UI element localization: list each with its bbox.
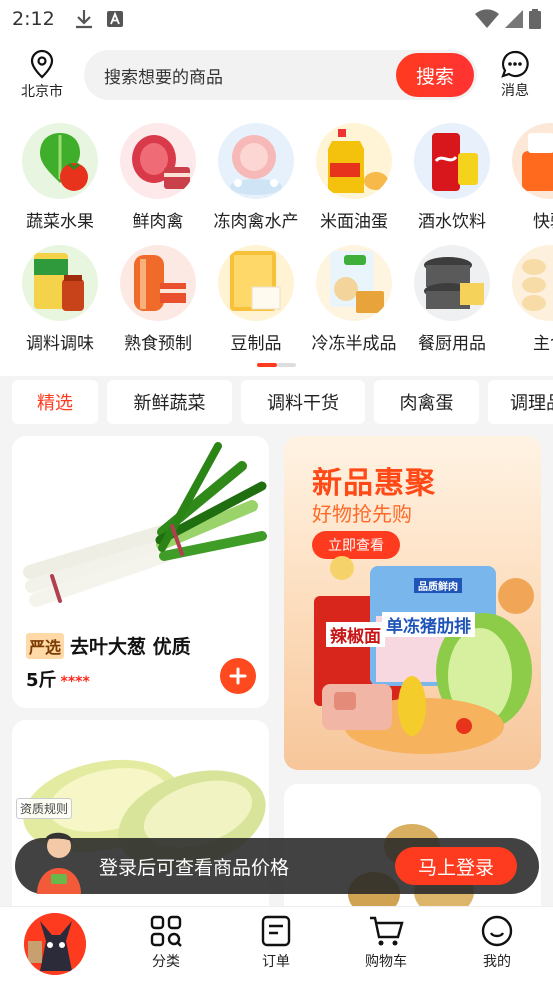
login-button[interactable]: 马上登录 [395, 847, 517, 885]
category-pager [257, 363, 297, 367]
nav-label: 订单 [262, 954, 290, 970]
cooked-food-icon [120, 245, 196, 321]
header: 北京市 搜索想要的商品 搜索 消息 [0, 38, 553, 112]
category-item[interactable]: 冷冻半成品 [305, 245, 403, 354]
category-label: 餐厨用品 [418, 334, 486, 354]
tab-meat-eggs[interactable]: 肉禽蛋 [374, 380, 479, 424]
download-icon [75, 10, 92, 29]
login-prompt-text: 登录后可查看商品价格 [99, 856, 290, 879]
category-label: 调料调味 [26, 334, 94, 354]
rice-oil-icon [316, 123, 392, 199]
search-placeholder: 搜索想要的商品 [104, 67, 223, 88]
kuailv-icon [512, 123, 553, 199]
banner-pack-right-brand: 品质鲜肉 [414, 578, 462, 593]
signal-icon [505, 10, 523, 28]
category-label: 蔬菜水果 [26, 212, 94, 232]
kitchenware-icon [414, 245, 490, 321]
banner-pack-left-label: 辣椒面 [326, 622, 385, 647]
product-card[interactable]: 严选 去叶大葱 优质 5斤 **** [12, 436, 269, 708]
battery-icon [529, 9, 541, 29]
profile-icon [481, 915, 513, 947]
plus-icon [229, 667, 247, 685]
category-item[interactable]: 豆制品 [207, 245, 305, 354]
category-icon [150, 915, 182, 947]
quality-badge: 严选 [26, 632, 65, 659]
order-icon [261, 915, 291, 947]
product-unit-text: 5斤 [26, 670, 57, 691]
frozen-meat-icon [218, 123, 294, 199]
message-button[interactable]: 消息 [477, 50, 553, 100]
category-item[interactable]: 熟食预制 [109, 245, 207, 354]
product-unit: 5斤 **** [26, 666, 90, 692]
category-row: 蔬菜水果 鲜肉禽 冻肉禽水产 米面油蛋 酒水饮料 快 [11, 123, 553, 232]
wifi-icon [475, 9, 499, 28]
message-label: 消息 [501, 83, 529, 99]
category-label: 鲜肉禽 [132, 212, 184, 232]
promo-banner[interactable]: 新品惠聚 好物抢先购 立即查看 辣椒面 单冻猪肋排 品质鲜肉 [284, 436, 541, 770]
tab-seasoning[interactable]: 调料干货 [241, 380, 365, 424]
pager-dot-active [257, 363, 277, 367]
search-button[interactable]: 搜索 [396, 53, 474, 97]
nav-category[interactable]: 分类 [126, 915, 206, 971]
tofu-icon [218, 245, 294, 321]
tab-fresh-vegetables[interactable]: 新鲜蔬菜 [107, 380, 232, 424]
home-logo-icon[interactable] [24, 913, 86, 975]
status-time: 2:12 [12, 8, 55, 30]
category-item[interactable]: 快驴 [501, 123, 553, 232]
message-icon [501, 50, 529, 78]
bottom-tab-bar: 分类 订单 购物车 我的 [0, 906, 553, 984]
category-row: 调料调味 熟食预制 豆制品 冷冻半成品 餐厨用品 主 [11, 245, 553, 354]
category-label: 米面油蛋 [320, 212, 388, 232]
font-icon [106, 11, 123, 27]
category-item[interactable]: 主食 [501, 245, 553, 354]
seasoning-icon [22, 245, 98, 321]
location-label: 北京市 [21, 84, 63, 100]
category-label: 酒水饮料 [418, 212, 486, 232]
product-image [12, 436, 269, 626]
category-item[interactable]: 调料调味 [11, 245, 109, 354]
category-label: 冻肉禽水产 [213, 212, 299, 232]
category-label: 豆制品 [230, 334, 282, 354]
nav-label: 我的 [483, 954, 511, 970]
category-item[interactable]: 餐厨用品 [403, 245, 501, 354]
staple-food-icon [512, 245, 553, 321]
category-item[interactable]: 冻肉禽水产 [207, 123, 305, 232]
frozen-semi-icon [316, 245, 392, 321]
location-selector[interactable]: 北京市 [0, 49, 84, 101]
nav-profile[interactable]: 我的 [457, 915, 537, 971]
filter-tabs: 精选 新鲜蔬菜 调料干货 肉禽蛋 调理品 [12, 380, 553, 424]
status-bar: 2:12 [0, 0, 553, 38]
location-pin-icon [30, 49, 54, 79]
cart-icon [370, 916, 404, 946]
category-label: 熟食预制 [124, 334, 192, 354]
nav-orders[interactable]: 订单 [236, 915, 316, 971]
nav-cart[interactable]: 购物车 [346, 915, 426, 971]
tab-featured[interactable]: 精选 [12, 380, 98, 424]
drinks-icon [414, 123, 490, 199]
product-title: 严选 去叶大葱 优质 [26, 632, 191, 659]
add-to-cart-button[interactable] [220, 658, 256, 694]
tab-prepared[interactable]: 调理品 [488, 380, 553, 424]
login-avatar-icon [37, 832, 81, 894]
fresh-meat-icon [120, 123, 196, 199]
pager-dot [277, 363, 296, 367]
product-price-masked: **** [60, 674, 90, 690]
search-input[interactable]: 搜索想要的商品 搜索 [84, 50, 477, 100]
category-item[interactable]: 米面油蛋 [305, 123, 403, 232]
vegetables-icon [22, 123, 98, 199]
banner-illustration [314, 556, 534, 754]
category-item[interactable]: 蔬菜水果 [11, 123, 109, 232]
login-prompt-bar: 登录后可查看商品价格 马上登录 [15, 832, 539, 894]
category-grid: 蔬菜水果 鲜肉禽 冻肉禽水产 米面油蛋 酒水饮料 快 调料调味 熟食预制 豆制品… [0, 112, 553, 376]
nav-label: 购物车 [365, 954, 407, 970]
product-name: 去叶大葱 优质 [70, 636, 191, 658]
banner-pack-right-label: 单冻猪肋排 [382, 612, 475, 637]
category-item[interactable]: 鲜肉禽 [109, 123, 207, 232]
category-label: 快驴 [533, 212, 553, 232]
qualification-rules-tag[interactable]: 资质规则 [16, 798, 73, 819]
category-label: 主食 [533, 334, 553, 354]
category-item[interactable]: 酒水饮料 [403, 123, 501, 232]
category-label: 冷冻半成品 [311, 334, 397, 354]
nav-label: 分类 [152, 954, 180, 970]
